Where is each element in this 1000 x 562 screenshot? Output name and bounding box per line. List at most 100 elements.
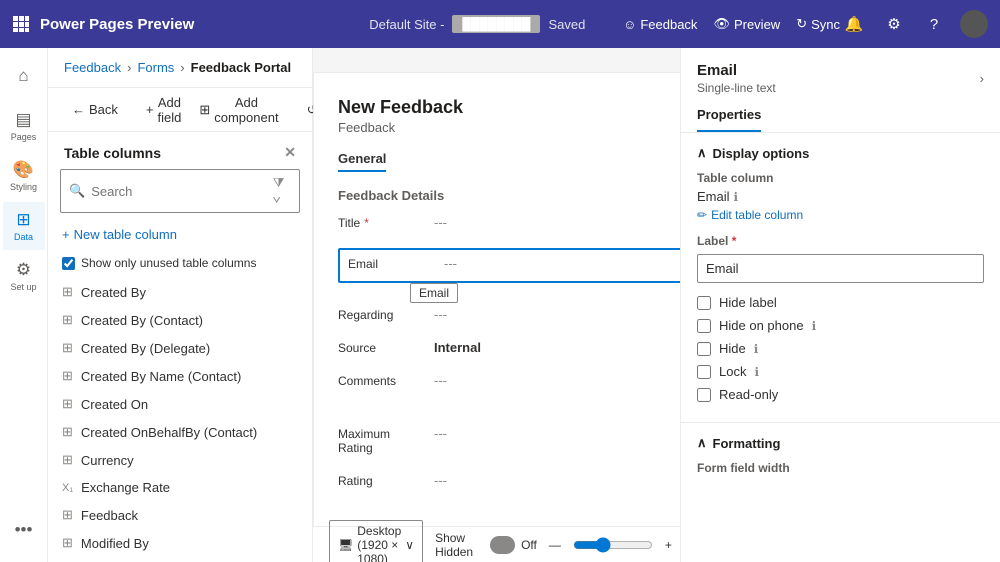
- show-unused-label: Show only unused table columns: [81, 256, 256, 270]
- field-title: Title* ---: [338, 215, 680, 234]
- search-box[interactable]: 🔍 ⧩ ∨: [60, 169, 300, 213]
- form-container: New Feedback Feedback General Feedback D…: [313, 72, 680, 531]
- label-input[interactable]: [697, 254, 984, 283]
- field-email[interactable]: Email --- Email: [338, 248, 680, 283]
- col-grid-icon-9: ⊞: [62, 535, 73, 551]
- read-only-option: Read-only: [697, 387, 984, 402]
- styling-icon: 🎨: [13, 160, 34, 180]
- col-item-created-on[interactable]: ⊞ Created On: [48, 390, 312, 418]
- more-icon: •••: [15, 520, 33, 540]
- edit-icon: ✏: [697, 208, 707, 222]
- notification-icon[interactable]: 🔔: [840, 10, 868, 38]
- field-regarding: Regarding ---: [338, 307, 680, 326]
- breadcrumb-root[interactable]: Feedback: [64, 60, 121, 75]
- field-comments: Comments ---: [338, 373, 680, 392]
- add-field-icon: +: [146, 102, 154, 117]
- col-item-exchange-rate[interactable]: X₁ Exchange Rate •••: [48, 474, 312, 501]
- breadcrumb-middle[interactable]: Forms: [137, 60, 174, 75]
- field-source: Source Internal: [338, 340, 680, 359]
- breadcrumb: Feedback › Forms › Feedback Portal: [64, 60, 291, 75]
- nav-more[interactable]: •••: [3, 506, 45, 554]
- add-field-button[interactable]: + Add field: [138, 91, 189, 129]
- desktop-selector[interactable]: 🖥 Desktop (1920 × 1080) ∨: [329, 520, 423, 562]
- filter-icon[interactable]: ⧩ ∨: [273, 175, 291, 207]
- collapse-icon: ∧: [697, 145, 707, 161]
- nav-setup[interactable]: ⚙ Set up: [3, 252, 45, 300]
- hide-on-phone-option: Hide on phone ℹ: [697, 318, 984, 333]
- form-tab[interactable]: General: [338, 151, 386, 172]
- settings-icon[interactable]: ⚙: [880, 10, 908, 38]
- display-options-header[interactable]: ∧ Display options: [697, 145, 984, 161]
- col-item-created-by-name[interactable]: ⊞ Created By Name (Contact): [48, 362, 312, 390]
- add-component-icon: ⊞: [199, 102, 210, 118]
- col-xsub-icon: X₁: [62, 482, 73, 494]
- add-col-button[interactable]: + New table column: [62, 225, 177, 244]
- hide-on-phone-info-icon: ℹ: [812, 319, 817, 333]
- right-panel-expand-icon[interactable]: ›: [980, 71, 984, 86]
- app-title: Power Pages Preview: [40, 16, 332, 33]
- preview-action[interactable]: 👁 Preview: [713, 16, 780, 32]
- column-list: ⊞ Created By ⊞ Created By (Contact) ⊞ Cr…: [48, 278, 312, 562]
- col-grid-icon-4: ⊞: [62, 368, 73, 384]
- table-column-value: Email ℹ: [697, 189, 984, 204]
- grid-icon[interactable]: [12, 15, 30, 33]
- data-icon: ⊞: [16, 210, 30, 230]
- site-label: Default Site -: [369, 17, 444, 32]
- table-columns-header: Table columns ✕: [48, 132, 312, 169]
- show-hidden-toggle[interactable]: [490, 536, 515, 554]
- nav-home[interactable]: ⌂: [3, 52, 45, 100]
- col-item-modified-by[interactable]: ⊞ Modified By: [48, 529, 312, 557]
- close-panel-icon[interactable]: ✕: [284, 144, 296, 161]
- search-icon: 🔍: [69, 183, 85, 199]
- help-icon[interactable]: ?: [920, 10, 948, 38]
- zoom-slider[interactable]: [573, 537, 653, 553]
- col-item-feedback[interactable]: ⊞ Feedback: [48, 501, 312, 529]
- field-rating: Rating ---: [338, 473, 680, 492]
- app-body: ⌂ ▤ Pages 🎨 Styling ⊞ Data ⚙ Set up •••: [0, 48, 1000, 562]
- lock-checkbox[interactable]: [697, 365, 711, 379]
- show-unused-row: Show only unused table columns: [48, 252, 312, 278]
- form-title: New Feedback: [338, 97, 680, 118]
- formatting-header[interactable]: ∧ Formatting: [697, 435, 984, 451]
- right-panel: Email Single-line text › Properties ∧ Di…: [680, 48, 1000, 562]
- add-component-button[interactable]: ⊞ Add component: [191, 91, 286, 129]
- col-item-created-by[interactable]: ⊞ Created By: [48, 278, 312, 306]
- col-grid-icon-6: ⊞: [62, 424, 73, 440]
- lock-option: Lock ℹ: [697, 364, 984, 379]
- content-area: Feedback › Forms › Feedback Portal ← Bac…: [48, 48, 1000, 562]
- nav-data[interactable]: ⊞ Data: [3, 202, 45, 250]
- hide-checkbox[interactable]: [697, 342, 711, 356]
- col-grid-icon-8: ⊞: [62, 507, 73, 523]
- avatar[interactable]: [960, 10, 988, 38]
- topbar-icons: 🔔 ⚙ ?: [840, 10, 988, 38]
- col-item-created-by-delegate[interactable]: ⊞ Created By (Delegate): [48, 334, 312, 362]
- col-item-created-by-contact[interactable]: ⊞ Created By (Contact): [48, 306, 312, 334]
- form-subtitle: Feedback: [338, 120, 680, 135]
- edit-table-column-link[interactable]: ✏ Edit table column: [697, 208, 984, 222]
- email-tooltip: Email: [410, 283, 458, 303]
- show-unused-checkbox[interactable]: [62, 257, 75, 270]
- hide-on-phone-checkbox[interactable]: [697, 319, 711, 333]
- col-item-currency[interactable]: ⊞ Currency: [48, 446, 312, 474]
- hide-label-option: Hide label: [697, 295, 984, 310]
- back-button[interactable]: ← Back: [64, 98, 126, 121]
- hide-info-icon: ℹ: [754, 342, 759, 356]
- formatting-collapse-icon: ∧: [697, 435, 707, 451]
- add-col-icon: +: [62, 227, 70, 242]
- hide-label-checkbox[interactable]: [697, 296, 711, 310]
- display-options-section: ∧ Display options Table column Email ℹ ✏…: [681, 133, 1000, 422]
- topbar: Power Pages Preview Default Site - █████…: [0, 0, 1000, 48]
- sync-action[interactable]: ↻ Sync: [796, 16, 840, 32]
- secondbar: Feedback › Forms › Feedback Portal: [48, 48, 312, 88]
- nav-styling[interactable]: 🎨 Styling: [3, 152, 45, 200]
- feedback-icon: ☺: [623, 17, 636, 32]
- back-icon: ←: [72, 102, 85, 117]
- col-grid-icon-5: ⊞: [62, 396, 73, 412]
- feedback-action[interactable]: ☺ Feedback: [623, 17, 697, 32]
- col-item-modified-by-delegate[interactable]: ⊞ Modified By (Delegate): [48, 557, 312, 562]
- col-item-created-onbehalf[interactable]: ⊞ Created OnBehalfBy (Contact): [48, 418, 312, 446]
- nav-pages[interactable]: ▤ Pages: [3, 102, 45, 150]
- tab-properties[interactable]: Properties: [697, 99, 761, 132]
- read-only-checkbox[interactable]: [697, 388, 711, 402]
- search-input[interactable]: [91, 184, 267, 199]
